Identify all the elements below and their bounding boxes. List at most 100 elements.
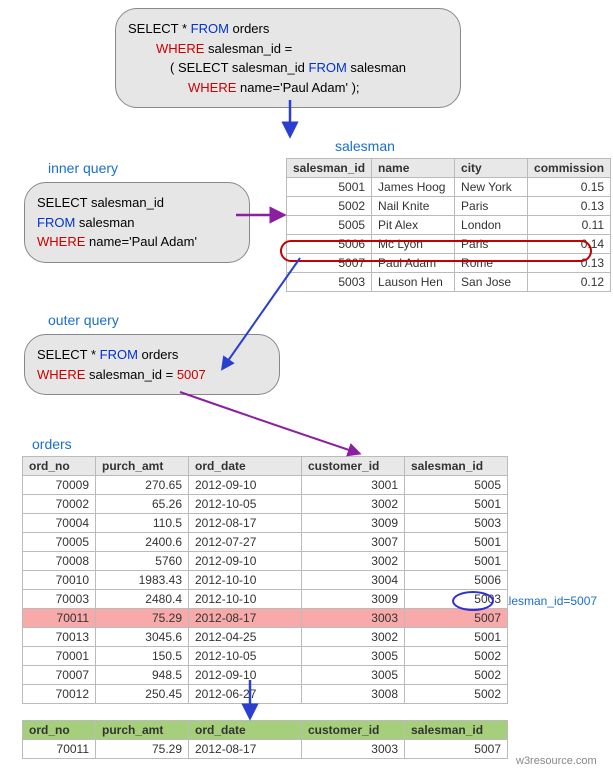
sql-text: salesman bbox=[75, 215, 134, 230]
sql-keyword: WHERE bbox=[37, 234, 85, 249]
table-cell: 2012-07-27 bbox=[189, 533, 302, 552]
table-cell: 3002 bbox=[302, 552, 405, 571]
salesman-table-label: salesman bbox=[335, 138, 395, 154]
table-row: 7001175.292012-08-1730035007 bbox=[23, 609, 508, 628]
table-cell: 5001 bbox=[405, 628, 508, 647]
table-cell: 270.65 bbox=[96, 476, 189, 495]
table-header-row: salesman_idnamecitycommission bbox=[287, 159, 611, 178]
query-line: WHERE name='Paul Adam' bbox=[37, 232, 237, 252]
table-cell: 3005 bbox=[302, 647, 405, 666]
salesman-table: salesman_idnamecitycommission 5001James … bbox=[286, 158, 611, 292]
sql-keyword: FROM bbox=[37, 215, 75, 230]
table-row: 5003Lauson HenSan Jose0.12 bbox=[287, 273, 611, 292]
query-line: SELECT * FROM orders bbox=[37, 345, 267, 365]
table-cell: 2400.6 bbox=[96, 533, 189, 552]
table-cell: 70004 bbox=[23, 514, 96, 533]
highlight-pill bbox=[280, 240, 592, 262]
attribution-text: w3resource.com bbox=[516, 755, 597, 767]
top-query-box: SELECT * FROM orders WHERE salesman_id =… bbox=[115, 8, 461, 108]
query-line: SELECT * FROM orders bbox=[128, 19, 448, 39]
table-cell: 3005 bbox=[302, 666, 405, 685]
table-cell: 5002 bbox=[405, 666, 508, 685]
table-cell: 5007 bbox=[405, 740, 508, 759]
table-cell: 70011 bbox=[23, 740, 96, 759]
table-cell: 5006 bbox=[405, 571, 508, 590]
sql-keyword: FROM bbox=[191, 21, 229, 36]
column-header: ord_date bbox=[189, 457, 302, 476]
table-row: 700052400.62012-07-2730075001 bbox=[23, 533, 508, 552]
table-row: 700032480.42012-10-1030095003 bbox=[23, 590, 508, 609]
sql-text: SELECT * bbox=[37, 347, 100, 362]
table-cell: 70005 bbox=[23, 533, 96, 552]
table-cell: New York bbox=[455, 178, 528, 197]
query-line: FROM salesman bbox=[37, 213, 237, 233]
sql-text: ( SELECT salesman_id bbox=[170, 60, 309, 75]
table-cell: 3001 bbox=[302, 476, 405, 495]
table-cell: Paris bbox=[455, 197, 528, 216]
inner-query-label: inner query bbox=[48, 160, 118, 176]
table-cell: 2012-04-25 bbox=[189, 628, 302, 647]
table-cell: 5002 bbox=[405, 685, 508, 704]
sql-text: orders bbox=[138, 347, 178, 362]
table-cell: 3002 bbox=[302, 495, 405, 514]
table-cell: 0.12 bbox=[528, 273, 611, 292]
table-cell: 5002 bbox=[287, 197, 372, 216]
table-cell: 3008 bbox=[302, 685, 405, 704]
table-cell: 2012-09-10 bbox=[189, 666, 302, 685]
table-cell: 3004 bbox=[302, 571, 405, 590]
column-header: purch_amt bbox=[96, 721, 189, 740]
column-header: ord_no bbox=[23, 457, 96, 476]
table-cell: 2012-06-27 bbox=[189, 685, 302, 704]
table-cell: 70003 bbox=[23, 590, 96, 609]
column-header: city bbox=[455, 159, 528, 178]
column-header: name bbox=[372, 159, 455, 178]
table-cell: 2012-10-05 bbox=[189, 495, 302, 514]
column-header: salesman_id bbox=[287, 159, 372, 178]
table-cell: 5005 bbox=[287, 216, 372, 235]
table-cell: 2012-08-17 bbox=[189, 514, 302, 533]
table-cell: 0.11 bbox=[528, 216, 611, 235]
sql-keyword: WHERE bbox=[188, 80, 236, 95]
table-cell: 0.15 bbox=[528, 178, 611, 197]
table-header-row: ord_nopurch_amtord_datecustomer_idsalesm… bbox=[23, 457, 508, 476]
table-cell: Lauson Hen bbox=[372, 273, 455, 292]
column-header: purch_amt bbox=[96, 457, 189, 476]
column-header: ord_no bbox=[23, 721, 96, 740]
table-row: 700101983.432012-10-1030045006 bbox=[23, 571, 508, 590]
table-row: 700133045.62012-04-2530025001 bbox=[23, 628, 508, 647]
table-cell: 70011 bbox=[23, 609, 96, 628]
table-cell: 70008 bbox=[23, 552, 96, 571]
highlight-oval bbox=[452, 591, 494, 611]
table-cell: 70013 bbox=[23, 628, 96, 647]
table-cell: 70007 bbox=[23, 666, 96, 685]
table-cell: 3003 bbox=[302, 740, 405, 759]
table-cell: 70002 bbox=[23, 495, 96, 514]
sql-keyword: FROM bbox=[100, 347, 138, 362]
sql-text: SELECT * bbox=[128, 21, 191, 36]
table-cell: 150.5 bbox=[96, 647, 189, 666]
column-header: commission bbox=[528, 159, 611, 178]
table-cell: 3045.6 bbox=[96, 628, 189, 647]
inner-query-box: SELECT salesman_id FROM salesman WHERE n… bbox=[24, 182, 250, 263]
table-cell: 5005 bbox=[405, 476, 508, 495]
table-cell: 70009 bbox=[23, 476, 96, 495]
table-cell: 2012-10-05 bbox=[189, 647, 302, 666]
sql-text: name='Paul Adam' ); bbox=[236, 80, 359, 95]
table-cell: 2012-09-10 bbox=[189, 552, 302, 571]
table-cell: 3009 bbox=[302, 514, 405, 533]
arrow-curve-icon bbox=[180, 392, 355, 452]
sql-text: orders bbox=[229, 21, 269, 36]
table-row: 70009270.652012-09-1030015005 bbox=[23, 476, 508, 495]
table-row: 5002Nail KniteParis0.13 bbox=[287, 197, 611, 216]
table-cell: 2012-08-17 bbox=[189, 740, 302, 759]
table-row: 70012250.452012-06-2730085002 bbox=[23, 685, 508, 704]
table-cell: 3009 bbox=[302, 590, 405, 609]
sql-text: name='Paul Adam' bbox=[85, 234, 197, 249]
column-header: ord_date bbox=[189, 721, 302, 740]
table-cell: James Hoog bbox=[372, 178, 455, 197]
sql-value: 5007 bbox=[177, 367, 206, 382]
table-cell: San Jose bbox=[455, 273, 528, 292]
table-cell: Nail Knite bbox=[372, 197, 455, 216]
table-cell: 5001 bbox=[405, 552, 508, 571]
table-cell: 0.13 bbox=[528, 197, 611, 216]
